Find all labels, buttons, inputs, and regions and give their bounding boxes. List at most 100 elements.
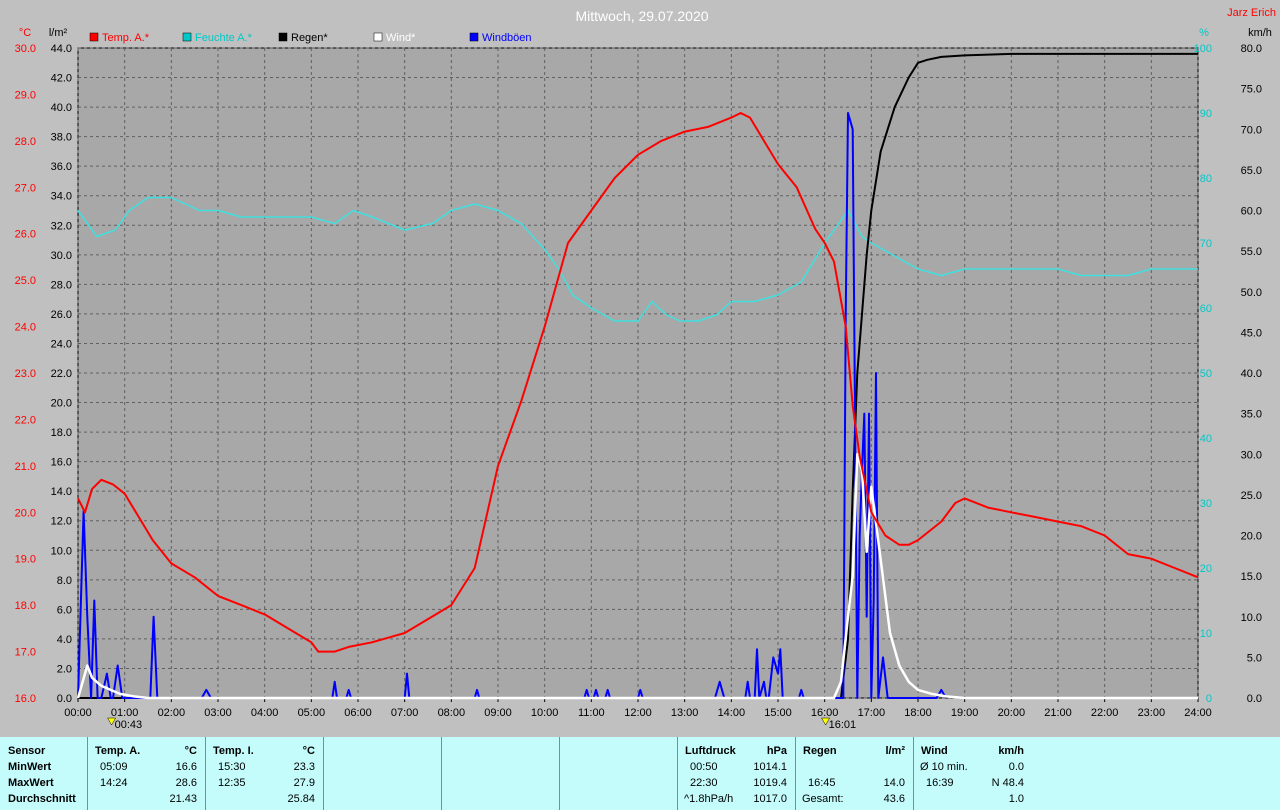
wind-avg: 1.0 bbox=[1008, 793, 1024, 805]
temp-i-header: Temp. I. bbox=[213, 745, 254, 757]
rain-tick-label: 10.0 bbox=[51, 545, 72, 557]
rain-tick-label: 38.0 bbox=[51, 132, 72, 144]
x-tick-label: 12:00 bbox=[624, 707, 652, 719]
sensor-header: Sensor bbox=[8, 745, 46, 757]
stats-col-empty-1 bbox=[324, 737, 442, 810]
rain-tick-label: 32.0 bbox=[51, 220, 72, 232]
temp-tick-label: 25.0 bbox=[15, 275, 36, 287]
humidity-tick-label: 60 bbox=[1200, 303, 1212, 315]
stats-col-temp-i: Temp. I. °C 15:30 23.3 12:35 27.9 25.84 bbox=[206, 737, 324, 810]
legend-swatch bbox=[278, 32, 288, 42]
x-tick-label: 11:00 bbox=[578, 707, 605, 719]
wind-tick-label: 20.0 bbox=[1241, 531, 1262, 543]
legend-label: Temp. A.* bbox=[102, 32, 150, 44]
temp-tick-label: 24.0 bbox=[15, 322, 36, 334]
temp-tick-label: 21.0 bbox=[15, 461, 36, 473]
rain-tick-label: 16.0 bbox=[51, 457, 72, 469]
wind-tick-label: 45.0 bbox=[1241, 327, 1262, 339]
temp-tick-label: 16.0 bbox=[15, 693, 36, 705]
temp-tick-label: 28.0 bbox=[15, 136, 36, 148]
pressure-max-time: 22:30 bbox=[690, 777, 718, 789]
wind-tick-label: 75.0 bbox=[1241, 84, 1262, 96]
legend-swatch bbox=[373, 32, 383, 42]
rain-tick-label: 24.0 bbox=[51, 338, 72, 350]
rain-tick-label: 26.0 bbox=[51, 309, 72, 321]
rain-axis-unit: l/m² bbox=[49, 27, 68, 39]
x-tick-label: 06:00 bbox=[344, 707, 372, 719]
temp-axis-unit: °C bbox=[19, 27, 31, 39]
pressure-max-val: 1019.4 bbox=[753, 777, 787, 789]
pressure-header: Luftdruck bbox=[685, 745, 736, 757]
statistics-panel: Sensor MinWert MaxWert Durchschnitt Temp… bbox=[0, 737, 1280, 810]
maxwert-label: MaxWert bbox=[8, 777, 54, 789]
minwert-label: MinWert bbox=[8, 761, 52, 773]
humidity-tick-label: 0 bbox=[1206, 693, 1212, 705]
legend-label: Feuchte A.* bbox=[195, 32, 253, 44]
legend-swatch bbox=[469, 32, 479, 42]
wind-tick-label: 5.0 bbox=[1247, 652, 1262, 664]
x-tick-label: 09:00 bbox=[484, 707, 512, 719]
rain-tick-label: 22.0 bbox=[51, 368, 72, 380]
temp-a-unit: °C bbox=[184, 745, 197, 757]
time-marker-label: 16:01 bbox=[829, 719, 857, 731]
pressure-min-val: 1014.1 bbox=[753, 761, 787, 773]
temp-tick-label: 17.0 bbox=[15, 647, 36, 659]
temp-i-unit: °C bbox=[302, 745, 315, 757]
wind-tick-label: 70.0 bbox=[1241, 124, 1262, 136]
temp-i-max-val: 27.9 bbox=[293, 777, 315, 789]
temp-tick-label: 30.0 bbox=[15, 43, 36, 55]
x-tick-label: 20:00 bbox=[998, 707, 1026, 719]
stats-col-pressure: Luftdruck hPa 00:50 1014.1 22:30 1019.4 … bbox=[678, 737, 796, 810]
stats-col-temp-a: Temp. A. °C 05:09 16.6 14:24 28.6 21.43 bbox=[88, 737, 206, 810]
temp-i-avg: 25.84 bbox=[287, 793, 315, 805]
temp-i-min-time: 15:30 bbox=[218, 761, 246, 773]
humidity-tick-label: 40 bbox=[1200, 433, 1212, 445]
x-tick-label: 21:00 bbox=[1044, 707, 1072, 719]
legend-label: Regen* bbox=[291, 32, 328, 44]
chart-grid bbox=[77, 47, 1199, 699]
temp-i-min-val: 23.3 bbox=[293, 761, 315, 773]
durchschnitt-label: Durchschnitt bbox=[8, 793, 76, 805]
wind-10min-label: Ø 10 min. bbox=[920, 761, 968, 773]
humidity-tick-label: 20 bbox=[1200, 563, 1212, 575]
wind-tick-label: 50.0 bbox=[1241, 287, 1262, 299]
humidity-axis-unit: % bbox=[1199, 27, 1209, 39]
temp-tick-label: 29.0 bbox=[15, 89, 36, 101]
weather-chart: 0.0 2.0 4.0 6.0 8.0 10.0 12.0 14.0 16.0 18.0 20.0 2… bbox=[0, 0, 1280, 735]
humidity-tick-label: 90 bbox=[1200, 108, 1212, 120]
wind-unit: km/h bbox=[998, 745, 1024, 757]
legend-swatch bbox=[89, 32, 99, 42]
wind-tick-label: 25.0 bbox=[1241, 490, 1262, 502]
rain-tick-label: 0.0 bbox=[57, 693, 72, 705]
temp-a-avg: 21.43 bbox=[169, 793, 197, 805]
wind-tick-label: 0.0 bbox=[1247, 693, 1262, 705]
wind-tick-label: 55.0 bbox=[1241, 246, 1262, 258]
legend-label: Wind* bbox=[386, 32, 416, 44]
rain-tick-label: 12.0 bbox=[51, 516, 72, 528]
rain-tick-label: 44.0 bbox=[51, 43, 72, 55]
wind-tick-label: 40.0 bbox=[1241, 368, 1262, 380]
temp-a-max-val: 28.6 bbox=[175, 777, 197, 789]
rain-tick-label: 20.0 bbox=[51, 398, 72, 410]
x-tick-label: 14:00 bbox=[718, 707, 746, 719]
temp-tick-label: 23.0 bbox=[15, 368, 36, 380]
author-label: Jarz Erich bbox=[1227, 7, 1276, 19]
temp-a-max-time: 14:24 bbox=[100, 777, 128, 789]
x-tick-label: 18:00 bbox=[904, 707, 932, 719]
x-tick-label: 16:00 bbox=[811, 707, 839, 719]
legend-label: Windböen bbox=[482, 32, 532, 44]
humidity-tick-label: 50 bbox=[1200, 368, 1212, 380]
x-tick-label: 22:00 bbox=[1091, 707, 1119, 719]
x-tick-label: 02:00 bbox=[158, 707, 186, 719]
rain-tick-label: 40.0 bbox=[51, 102, 72, 114]
x-tick-label: 15:00 bbox=[764, 707, 792, 719]
x-tick-label: 13:00 bbox=[671, 707, 699, 719]
rain-tick-label: 36.0 bbox=[51, 161, 72, 173]
rain-tick-label: 42.0 bbox=[51, 73, 72, 85]
legend-swatch bbox=[182, 32, 192, 42]
wind-max-time: 16:39 bbox=[926, 777, 954, 789]
x-tick-label: 01:00 bbox=[111, 707, 139, 719]
x-tick-label: 03:00 bbox=[204, 707, 232, 719]
temp-tick-label: 27.0 bbox=[15, 182, 36, 194]
wind-tick-label: 10.0 bbox=[1241, 612, 1262, 624]
